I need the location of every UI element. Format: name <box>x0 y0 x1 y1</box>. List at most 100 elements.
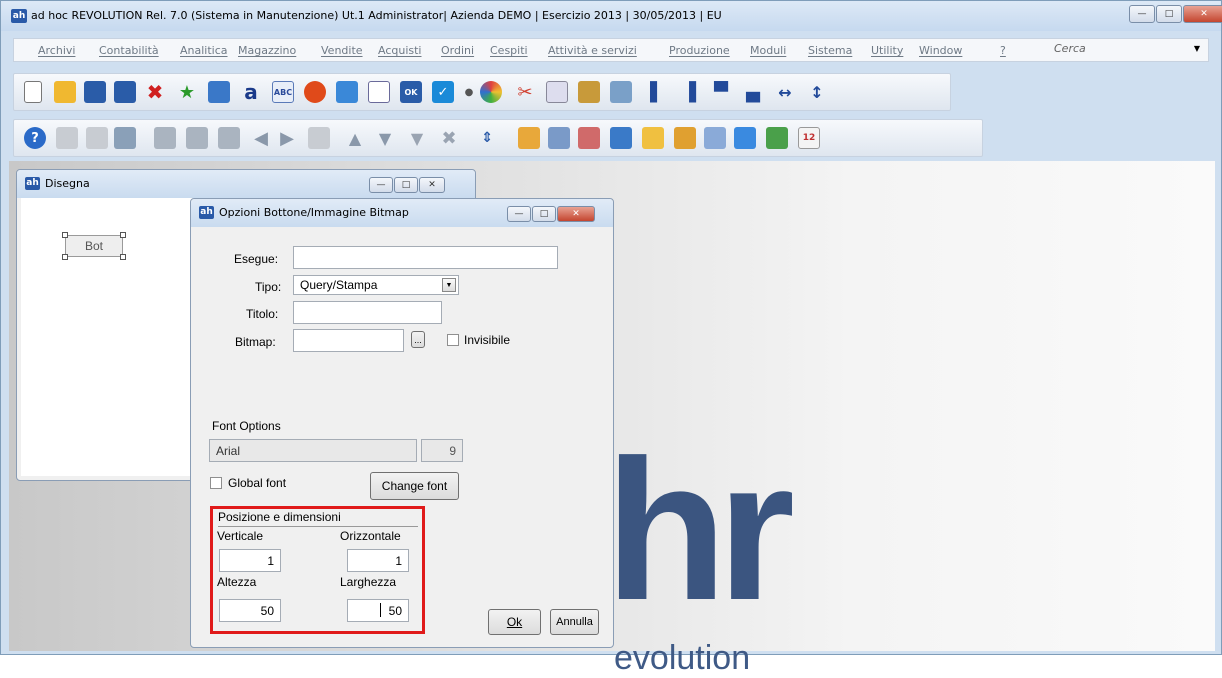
menu-item-acquisti[interactable]: Acquisti <box>378 44 422 57</box>
same-height-icon[interactable]: ↕ <box>806 81 828 103</box>
tipo-label: Tipo: <box>255 280 282 294</box>
menu-item-vendite[interactable]: Vendite <box>321 44 363 57</box>
align-right-icon[interactable]: ▐ <box>678 81 700 103</box>
annulla-button[interactable]: Annulla <box>550 609 599 635</box>
tipo-select[interactable]: Query/Stampa ▼ <box>293 275 459 295</box>
folder-share-icon[interactable] <box>578 127 600 149</box>
menu-item-ordini[interactable]: Ordini <box>441 44 474 57</box>
align-left-icon[interactable]: ▌ <box>646 81 668 103</box>
maximize-icon[interactable]: □ <box>532 206 556 222</box>
delete-icon[interactable]: ✖ <box>144 80 166 104</box>
altezza-input[interactable]: 50 <box>219 599 281 622</box>
menu-item-moduli[interactable]: Moduli <box>750 44 786 57</box>
run-icon[interactable]: ★ <box>176 81 198 103</box>
search-box[interactable]: Cerca <box>1054 42 1086 55</box>
users-icon[interactable] <box>610 127 632 149</box>
close-icon[interactable]: ✕ <box>557 206 595 222</box>
cut-icon[interactable]: ✂ <box>514 81 536 103</box>
esegue-input[interactable] <box>293 246 558 269</box>
calendar-icon[interactable]: 12 <box>798 127 820 149</box>
checkbox-icon[interactable] <box>368 81 390 103</box>
send-icon[interactable] <box>734 127 756 149</box>
menu-item-cespiti[interactable]: Cespiti <box>490 44 528 57</box>
minimize-icon[interactable]: — <box>369 177 393 193</box>
open-folder-icon[interactable] <box>54 81 76 103</box>
check-icon[interactable]: ✓ <box>432 81 454 103</box>
global-font-checkbox[interactable] <box>210 477 222 489</box>
ok-button-icon[interactable]: OK <box>400 81 422 103</box>
larghezza-input[interactable]: 50 <box>347 599 409 622</box>
search-dropdown-icon[interactable]: ▼ <box>1194 44 1200 53</box>
menu-item-archivi[interactable]: Archivi <box>38 44 75 57</box>
verticale-input[interactable]: 1 <box>219 549 281 572</box>
search-doc-icon[interactable] <box>642 127 664 149</box>
menu-item-help[interactable]: ? <box>1000 44 1006 57</box>
resize-handle[interactable] <box>120 232 126 238</box>
delete-record-icon[interactable] <box>154 127 176 149</box>
sort-icon[interactable]: ⇕ <box>476 127 498 149</box>
maximize-icon[interactable]: □ <box>1156 5 1182 23</box>
filter-icon[interactable]: ▼ <box>406 127 428 149</box>
same-width-icon[interactable]: ↔ <box>774 81 796 103</box>
save-as-icon[interactable] <box>114 81 136 103</box>
change-font-button[interactable]: Change font <box>370 472 459 500</box>
close-icon[interactable]: ✕ <box>1183 5 1222 23</box>
undo-icon[interactable] <box>218 127 240 149</box>
new-record-icon[interactable] <box>86 127 108 149</box>
align-bottom-icon[interactable]: ▄ <box>742 81 764 103</box>
pencil-icon[interactable] <box>674 127 696 149</box>
help-icon[interactable]: ? <box>24 127 46 149</box>
menu-item-contabilita[interactable]: Contabilità <box>99 44 159 57</box>
ok-button[interactable]: Ok <box>488 609 541 635</box>
save-icon[interactable] <box>84 81 106 103</box>
resize-handle[interactable] <box>62 254 68 260</box>
bitmap-input[interactable] <box>293 329 404 352</box>
next-icon[interactable]: ▶ <box>276 127 298 149</box>
paste-icon[interactable] <box>578 81 600 103</box>
edit-icon[interactable] <box>56 127 78 149</box>
label-icon[interactable]: ABC <box>272 81 294 103</box>
invisibile-checkbox[interactable] <box>447 334 459 346</box>
resize-handle[interactable] <box>120 254 126 260</box>
target-icon[interactable] <box>304 81 326 103</box>
menu-item-attivita-servizi[interactable]: Attività e servizi <box>548 44 637 57</box>
menu-item-sistema[interactable]: Sistema <box>808 44 852 57</box>
print-icon[interactable] <box>186 127 208 149</box>
menu-item-utility[interactable]: Utility <box>871 44 903 57</box>
menu-item-magazzino[interactable]: Magazzino <box>238 44 296 57</box>
radio-dot-icon[interactable]: ● <box>464 81 474 103</box>
browse-button[interactable]: ... <box>411 331 425 348</box>
notes-icon[interactable] <box>518 127 540 149</box>
copy-icon[interactable] <box>546 81 568 103</box>
chevron-down-icon[interactable]: ▼ <box>442 278 456 292</box>
cancel-icon[interactable]: ✖ <box>438 127 460 149</box>
new-document-icon[interactable] <box>24 81 42 103</box>
chart-icon[interactable] <box>766 127 788 149</box>
text-icon[interactable]: a <box>240 80 262 104</box>
menu-item-window[interactable]: Window <box>919 44 962 57</box>
documents-icon[interactable] <box>548 127 570 149</box>
orizzontale-input[interactable]: 1 <box>347 549 409 572</box>
orizzontale-label: Orizzontale <box>340 529 401 543</box>
zoom-icon[interactable] <box>308 127 330 149</box>
align-top-icon[interactable]: ▀ <box>710 81 732 103</box>
window-icon[interactable] <box>208 81 230 103</box>
last-icon[interactable]: ▼ <box>374 127 396 149</box>
position-dimensions-label: Posizione e dimensioni <box>218 510 341 524</box>
previous-icon[interactable]: ◀ <box>250 127 272 149</box>
color-icon[interactable] <box>480 81 502 103</box>
archive-icon[interactable] <box>704 127 726 149</box>
resize-handle[interactable] <box>62 232 68 238</box>
close-icon[interactable]: ✕ <box>419 177 445 193</box>
list-icon[interactable] <box>336 81 358 103</box>
menu-item-produzione[interactable]: Produzione <box>669 44 730 57</box>
minimize-icon[interactable]: — <box>507 206 531 222</box>
first-icon[interactable]: ▲ <box>344 127 366 149</box>
design-button-preview[interactable]: Bot <box>65 235 123 257</box>
recycle-icon[interactable] <box>610 81 632 103</box>
menu-item-analitica[interactable]: Analitica <box>180 44 228 57</box>
maximize-icon[interactable]: □ <box>394 177 418 193</box>
save-record-icon[interactable] <box>114 127 136 149</box>
minimize-icon[interactable]: — <box>1129 5 1155 23</box>
titolo-input[interactable] <box>293 301 442 324</box>
